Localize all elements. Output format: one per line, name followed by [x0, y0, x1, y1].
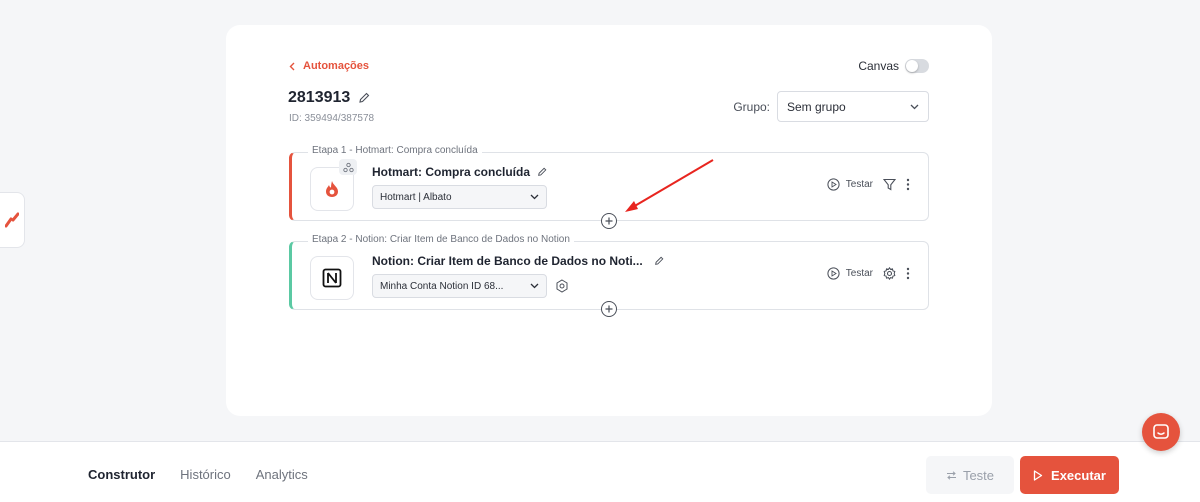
webhook-icon: [342, 162, 354, 172]
sidebar-toggle[interactable]: [0, 192, 25, 248]
chevron-down-icon: [910, 104, 919, 109]
kebab-icon[interactable]: [906, 178, 910, 191]
step-2-actions: Testar: [827, 267, 910, 280]
group-label: Grupo:: [733, 99, 770, 114]
add-step-button-end[interactable]: [601, 301, 617, 317]
tab-historico[interactable]: Histórico: [180, 467, 231, 482]
page-title: 2813913: [288, 89, 351, 106]
canvas-toggle-group: Canvas: [858, 59, 929, 73]
canvas-toggle[interactable]: [905, 59, 929, 73]
step-2-account-select[interactable]: Minha Conta Notion ID 68...: [372, 274, 547, 298]
test-button[interactable]: Teste: [926, 456, 1014, 494]
automation-id: ID: 359494/387578: [289, 113, 375, 124]
notion-icon: [322, 268, 342, 288]
canvas-label: Canvas: [858, 59, 899, 73]
plus-icon: [605, 305, 613, 313]
step-1-test-button[interactable]: Testar: [827, 178, 873, 191]
group-selector: Grupo: Sem grupo: [733, 91, 929, 122]
chat-icon: [1153, 424, 1169, 439]
back-link-label: Automações: [303, 60, 370, 72]
kebab-icon[interactable]: [906, 267, 910, 280]
step-1-name: Hotmart: Compra concluída: [372, 165, 547, 179]
footer-bar: Construtor Histórico Analytics Teste Exe…: [0, 441, 1200, 502]
step-2-label: Etapa 2 - Notion: Criar Item de Banco de…: [308, 234, 574, 245]
albato-logo-icon: [5, 212, 19, 228]
hotmart-flame-icon: [326, 181, 338, 197]
step-1-title: Hotmart: Compra concluída: [372, 165, 531, 179]
group-select[interactable]: Sem grupo: [777, 91, 929, 122]
play-icon: [1033, 469, 1043, 481]
run-button-label: Executar: [1051, 467, 1106, 483]
pencil-icon[interactable]: [537, 167, 547, 177]
title-row: 2813913: [288, 89, 370, 107]
step-1-label: Etapa 1 - Hotmart: Compra concluída: [308, 145, 482, 156]
step-1-actions: Testar: [827, 178, 910, 191]
play-circle-icon: [827, 178, 840, 191]
support-chat-button[interactable]: [1142, 413, 1180, 451]
step-1-test-label: Testar: [845, 179, 873, 190]
gear-icon[interactable]: [883, 267, 896, 280]
step-2-title: Notion: Criar Item de Banco de Dados no …: [372, 254, 643, 268]
run-button[interactable]: Executar: [1020, 456, 1119, 494]
step-2-name: Notion: Criar Item de Banco de Dados no …: [372, 254, 664, 268]
back-to-automations-link[interactable]: Automações: [289, 60, 369, 72]
automation-card: Automações Canvas 2813913 ID: 359494/387…: [226, 25, 992, 416]
swap-icon: [946, 470, 956, 480]
chevron-down-icon: [530, 194, 539, 200]
chevron-left-icon: [289, 62, 295, 70]
tab-analytics[interactable]: Analytics: [256, 467, 308, 482]
pencil-icon[interactable]: [358, 92, 370, 104]
plus-icon: [605, 217, 613, 225]
step-1-card[interactable]: Hotmart: Compra concluída Hotmart | Alba…: [289, 152, 929, 221]
step-2-test-button[interactable]: Testar: [827, 267, 873, 280]
notion-logo: [310, 256, 354, 300]
webhook-trigger-badge: [339, 159, 357, 175]
test-button-label: Teste: [962, 467, 995, 483]
play-circle-icon: [827, 267, 840, 280]
add-step-button[interactable]: [601, 213, 617, 229]
step-1-account-value: Hotmart | Albato: [380, 191, 452, 203]
filter-icon[interactable]: [883, 178, 896, 191]
step-1-account-select[interactable]: Hotmart | Albato: [372, 185, 547, 209]
account-settings-icon[interactable]: [555, 279, 569, 293]
footer-tabs: Construtor Histórico Analytics: [88, 467, 308, 482]
pencil-icon[interactable]: [654, 256, 664, 266]
chevron-down-icon: [530, 283, 539, 289]
step-2-card[interactable]: Notion: Criar Item de Banco de Dados no …: [289, 241, 929, 310]
tab-construtor[interactable]: Construtor: [88, 467, 155, 482]
group-select-value: Sem grupo: [787, 99, 846, 114]
step-2-account-value: Minha Conta Notion ID 68...: [380, 280, 504, 292]
step-2-test-label: Testar: [845, 268, 873, 279]
